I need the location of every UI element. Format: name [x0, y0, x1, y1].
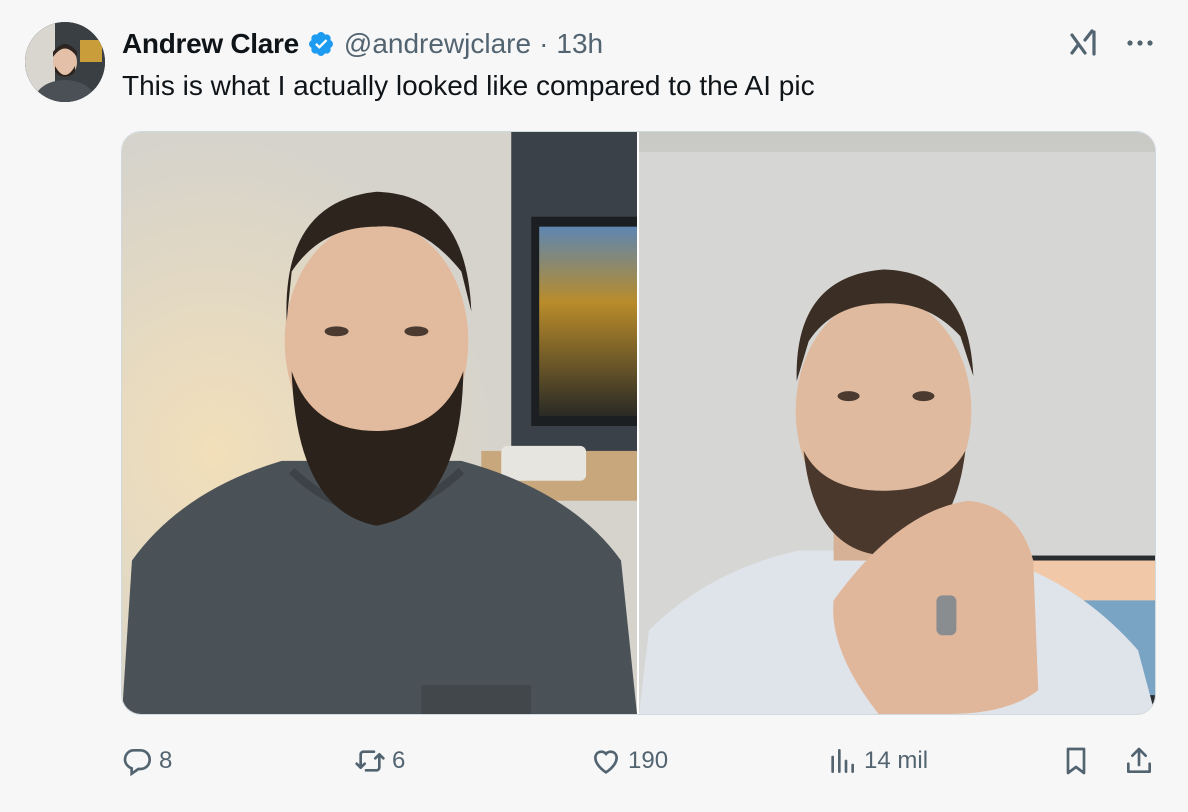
repost-button[interactable]: 6 — [354, 738, 405, 784]
tweet-header: Andrew Clare @andrewjclare · 13h — [122, 27, 603, 61]
views-button[interactable]: 14 mil — [826, 738, 928, 784]
tweet-actions: 8 6 190 14 mil — [0, 738, 1188, 784]
real-photo[interactable] — [639, 132, 1155, 714]
ai-generated-photo[interactable] — [122, 132, 637, 714]
like-count: 190 — [628, 747, 669, 774]
like-icon — [593, 750, 619, 774]
reply-icon — [123, 749, 152, 777]
repost-icon — [355, 750, 385, 772]
share-button[interactable] — [1123, 738, 1155, 784]
verified-badge-icon — [307, 30, 335, 58]
bookmark-icon — [1066, 747, 1086, 775]
tweet-timestamp[interactable]: 13h — [556, 28, 603, 60]
author-handle[interactable]: @andrewjclare — [344, 28, 531, 60]
tweet-media[interactable] — [121, 131, 1156, 715]
repost-count: 6 — [392, 747, 406, 774]
reply-count: 8 — [159, 747, 173, 774]
share-icon — [1127, 747, 1151, 773]
tweet-text: This is what I actually looked like comp… — [122, 70, 815, 101]
more-icon[interactable] — [1124, 28, 1156, 58]
view-count: 14 mil — [864, 747, 929, 774]
author-name[interactable]: Andrew Clare — [122, 28, 299, 60]
like-button[interactable]: 190 — [590, 738, 668, 784]
reply-button[interactable]: 8 — [121, 738, 172, 784]
grok-icon[interactable] — [1068, 26, 1102, 60]
views-icon — [831, 749, 854, 773]
dot-separator: · — [539, 28, 549, 59]
bookmark-button[interactable] — [1060, 738, 1092, 784]
author-avatar[interactable] — [25, 22, 105, 102]
